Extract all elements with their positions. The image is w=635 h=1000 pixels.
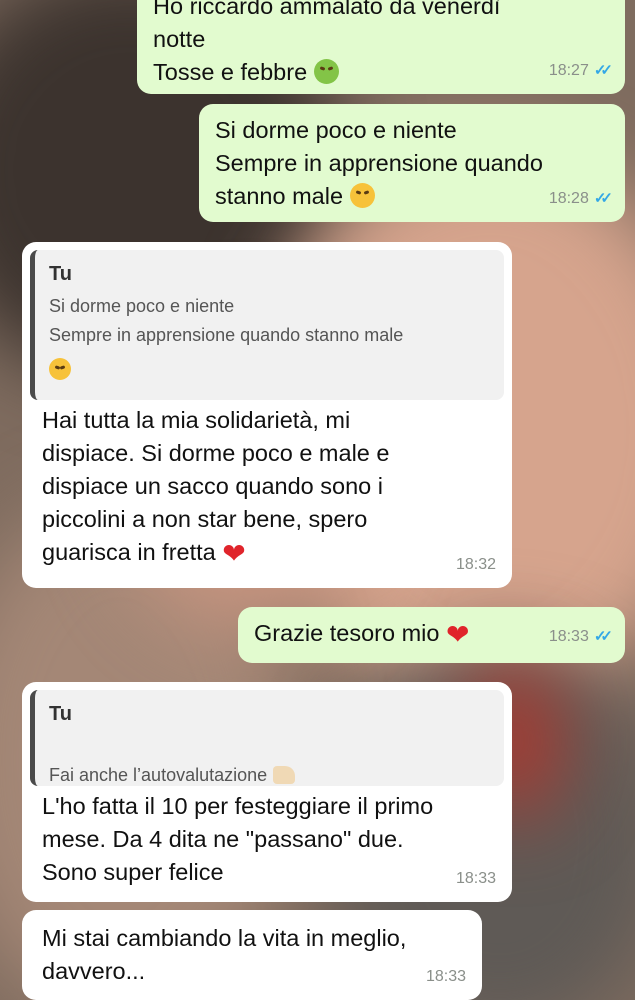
message-text: L'ho fatta il 10 per festeggiare il prim…	[42, 793, 434, 885]
message-text-partial: Ho riccardo ammalato da venerdì	[153, 0, 501, 19]
message-time: 18:28	[548, 190, 589, 207]
message-bubble-outgoing[interactable]: Si dorme poco e niente Sempre in apprens…	[199, 104, 625, 222]
message-text: Mi stai cambiando la vita in meglio, dav…	[42, 925, 407, 984]
message-text: notte Tosse e febbre	[153, 23, 609, 89]
quoted-message[interactable]: Tu Fai anche l’autovalutazione	[30, 690, 504, 786]
read-receipt-icon: ✓✓	[593, 62, 613, 79]
read-receipt-icon: ✓✓	[593, 628, 613, 645]
quoted-author: Tu	[49, 703, 72, 725]
red-heart-icon: ❤	[445, 619, 470, 650]
message-meta: 18:33 ✓✓	[548, 620, 613, 653]
message-meta: 18:33	[456, 862, 496, 895]
nauseated-face-icon	[313, 59, 339, 84]
message-time: 18:33	[425, 968, 466, 985]
quoted-text: Si dorme poco e niente Sempre in apprens…	[49, 296, 404, 345]
message-time: 18:32	[455, 556, 496, 573]
persevering-face-icon	[349, 183, 375, 208]
message-bubble-incoming[interactable]: Tu Si dorme poco e niente Sempre in appr…	[22, 242, 512, 588]
message-meta: 18:27 ✓✓	[548, 54, 613, 87]
message-bubble-incoming[interactable]: Mi stai cambiando la vita in meglio, dav…	[22, 910, 482, 1000]
message-bubble-incoming[interactable]: Tu Fai anche l’autovalutazione L'ho fatt…	[22, 682, 512, 902]
persevering-face-icon	[49, 358, 71, 380]
quoted-message[interactable]: Tu Si dorme poco e niente Sempre in appr…	[30, 250, 504, 400]
message-time: 18:33	[455, 870, 496, 887]
read-receipt-icon: ✓✓	[593, 190, 613, 207]
quoted-text: Fai anche l’autovalutazione	[49, 732, 492, 790]
message-meta: 18:28 ✓✓	[548, 182, 613, 215]
message-time: 18:27	[548, 62, 589, 79]
quoted-author: Tu	[49, 263, 72, 285]
message-bubble-outgoing[interactable]: Grazie tesoro mio ❤ 18:33 ✓✓	[238, 607, 625, 663]
red-heart-icon: ❤	[222, 538, 246, 569]
message-meta: 18:33	[426, 960, 466, 993]
message-text: Hai tutta la mia solidarietà, mi dispiac…	[42, 407, 390, 569]
flexed-biceps-icon	[273, 766, 296, 784]
message-time: 18:33	[548, 628, 589, 645]
message-meta: 18:32	[456, 548, 496, 581]
message-bubble-outgoing[interactable]: Ho riccardo ammalato da venerdì notte To…	[137, 0, 625, 94]
